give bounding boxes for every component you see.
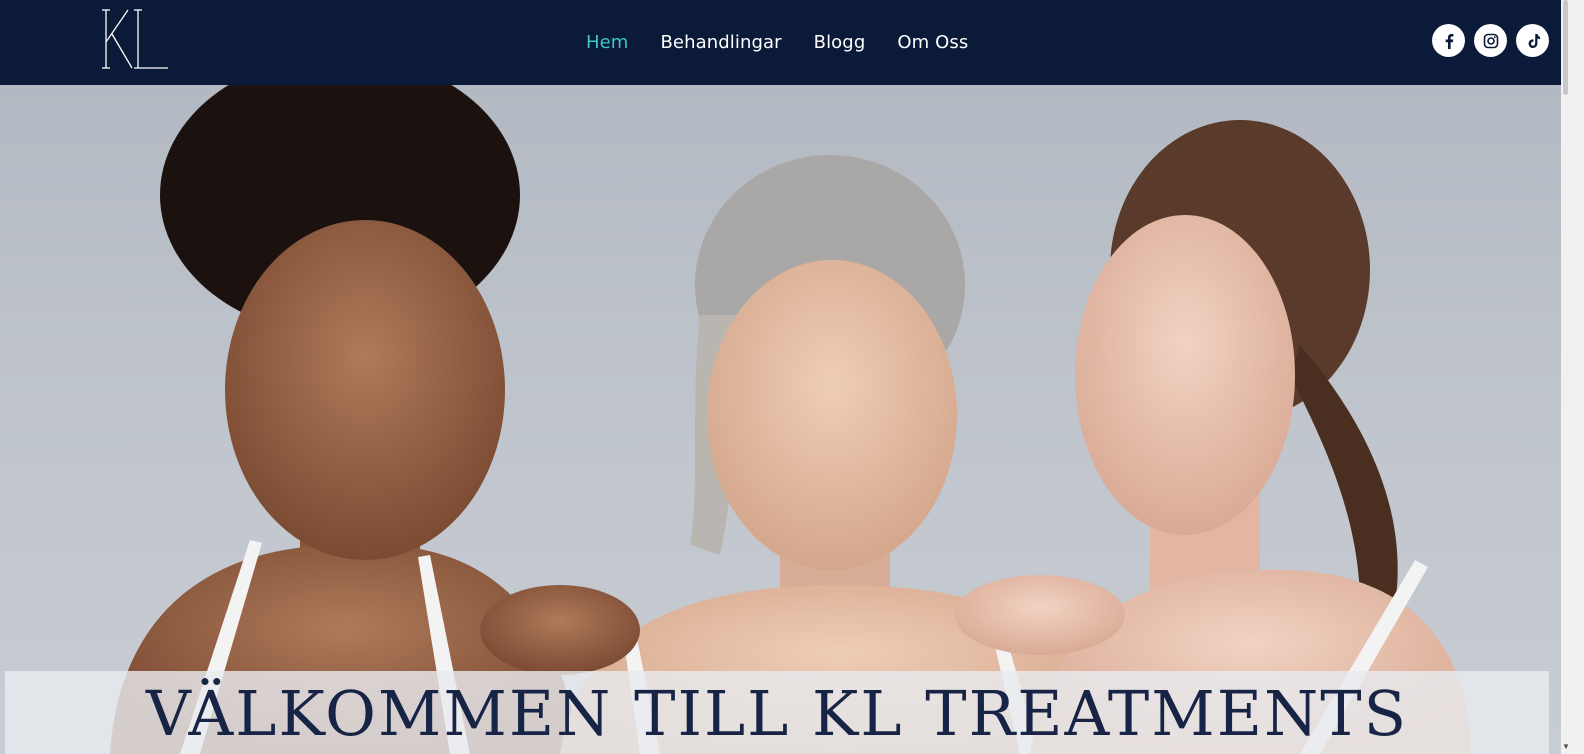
- page-scrollbar[interactable]: ▼: [1561, 0, 1584, 754]
- tiktok-icon: [1528, 33, 1540, 48]
- hero-image: [110, 85, 1470, 754]
- kl-logo[interactable]: [98, 6, 172, 72]
- instagram-link[interactable]: [1474, 24, 1507, 57]
- nav-item-behandlingar[interactable]: Behandlingar: [660, 32, 781, 53]
- scrollbar-thumb[interactable]: [1563, 0, 1568, 95]
- tiktok-link[interactable]: [1516, 24, 1549, 57]
- hero-section: [0, 85, 1561, 754]
- hero-banner: VÄLKOMMEN TILL KL TREATMENTS: [5, 671, 1549, 754]
- nav-item-hem[interactable]: Hem: [586, 32, 628, 53]
- social-links: [1432, 24, 1549, 57]
- facebook-link[interactable]: [1432, 24, 1465, 57]
- site-header: Hem Behandlingar Blogg Om Oss: [0, 0, 1561, 85]
- scroll-down-icon[interactable]: ▼: [1561, 742, 1571, 752]
- nav-item-om-oss[interactable]: Om Oss: [897, 32, 968, 53]
- nav-item-blogg[interactable]: Blogg: [814, 32, 866, 53]
- facebook-icon: [1445, 33, 1453, 49]
- hero-heading: VÄLKOMMEN TILL KL TREATMENTS: [145, 677, 1409, 750]
- instagram-icon: [1483, 33, 1498, 48]
- main-nav: Hem Behandlingar Blogg Om Oss: [570, 0, 984, 85]
